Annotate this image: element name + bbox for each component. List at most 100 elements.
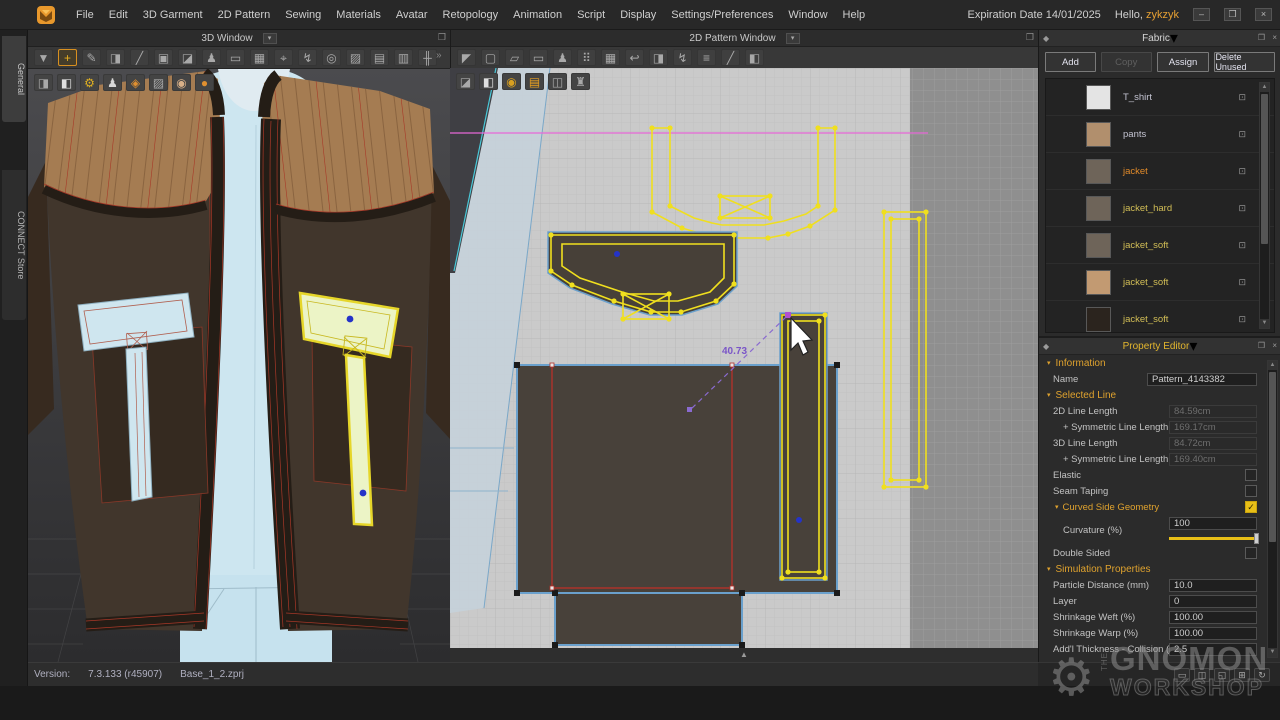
2d-window-dropdown-icon[interactable]: ▾ xyxy=(786,33,800,44)
fabric-row-selected[interactable]: jacket ⊡ xyxy=(1046,153,1274,190)
scroll-down-icon[interactable]: ▼ xyxy=(1268,648,1277,657)
3d-viewport[interactable] xyxy=(28,69,450,662)
name-input[interactable]: Pattern_4143382 xyxy=(1147,373,1257,386)
gizmo-select-icon[interactable]: ▼ xyxy=(34,49,53,66)
fabric-assign-button[interactable]: Assign xyxy=(1157,52,1210,72)
add-pin-icon[interactable]: + xyxy=(58,49,77,66)
menu-retopology[interactable]: Retopology xyxy=(443,9,499,21)
fabric-panel-header[interactable]: ◆ Fabric ▾ ❒ × xyxy=(1039,30,1280,47)
layout-double-icon[interactable]: ◫ xyxy=(1194,668,1210,682)
show-pattern-mesh-icon[interactable]: ⚙ xyxy=(80,74,99,91)
fabric-swatch[interactable] xyxy=(1086,233,1111,258)
show-avatar-head-icon[interactable]: ◉ xyxy=(172,74,191,91)
3d-window-dropdown-icon[interactable]: ▾ xyxy=(263,33,277,44)
pin-icon[interactable]: ◆ xyxy=(1043,34,1049,43)
fabric-link-icon[interactable]: ⊡ xyxy=(1238,277,1246,288)
trace-points-icon[interactable]: ⠿ xyxy=(577,49,596,66)
property-editor-dropdown-icon[interactable]: ▾ xyxy=(1189,336,1197,356)
pin-icon[interactable]: ◆ xyxy=(1043,342,1049,351)
shrinkage-warp-input[interactable]: 100.00 xyxy=(1169,627,1257,640)
avatar-silhouette-icon[interactable]: ♟ xyxy=(553,49,572,66)
fabric-row[interactable]: jacket_soft ⊡ xyxy=(1046,227,1274,264)
close-button[interactable]: × xyxy=(1255,8,1272,21)
flip-pattern-icon[interactable]: ◪ xyxy=(178,49,197,66)
menu-script[interactable]: Script xyxy=(577,9,605,21)
segment-sew-icon[interactable]: ╱ xyxy=(130,49,149,66)
show-garment-icon[interactable]: ◧ xyxy=(57,74,76,91)
grading-grid-icon[interactable]: ▦ xyxy=(601,49,620,66)
pin-tack-icon[interactable]: ⌖ xyxy=(274,49,293,66)
stitch-display-icon[interactable]: ╫ xyxy=(418,49,437,66)
minimize-button[interactable]: – xyxy=(1193,8,1210,21)
2d-pattern-canvas[interactable]: 40.73 ◪◧◉▤◫♜ xyxy=(450,68,1038,648)
menu-help[interactable]: Help xyxy=(843,9,866,21)
collapse-arrow-icon[interactable]: ▲ xyxy=(740,650,748,659)
fabric-swatch[interactable] xyxy=(1086,270,1111,295)
sew-garment-icon[interactable]: ◨ xyxy=(106,49,125,66)
menu-edit[interactable]: Edit xyxy=(109,9,128,21)
3d-window-header[interactable]: 3D Window ▾ ❒ xyxy=(28,30,450,47)
2d-window-header[interactable]: 2D Pattern Window ▾ ❒ xyxy=(451,30,1038,47)
menu-sewing[interactable]: Sewing xyxy=(285,9,321,21)
fabric-link-icon[interactable]: ⊡ xyxy=(1238,203,1246,214)
curvature-slider[interactable] xyxy=(1169,533,1257,543)
curvature-input[interactable]: 100 xyxy=(1169,517,1257,530)
menu-settings[interactable]: Settings/Preferences xyxy=(671,9,773,21)
double-sided-checkbox[interactable] xyxy=(1245,547,1257,559)
property-editor-close-icon[interactable]: × xyxy=(1272,341,1277,350)
arrange-box-icon[interactable]: ▭ xyxy=(226,49,245,66)
menu-file[interactable]: File xyxy=(76,9,94,21)
menu-avatar[interactable]: Avatar xyxy=(396,9,428,21)
elastic-checkbox[interactable] xyxy=(1245,469,1257,481)
fabric-row[interactable]: jacket_soft ⊡ xyxy=(1046,264,1274,301)
avatar-show-icon[interactable]: ♟ xyxy=(202,49,221,66)
fabric-row[interactable]: jacket_soft ⊡ xyxy=(1046,301,1274,333)
measure-tape-icon[interactable]: ▨ xyxy=(346,49,365,66)
2d-bottom-collapse-bar[interactable]: ▲ xyxy=(450,648,1038,662)
fabric-swatch[interactable] xyxy=(1086,196,1111,221)
arrange-grid-icon[interactable]: ▦ xyxy=(250,49,269,66)
rail-tab-connect-store[interactable]: CONNECT Store xyxy=(2,170,26,320)
show-avatar-icon[interactable]: ♟ xyxy=(103,74,122,91)
fold-pattern-icon[interactable]: ↩ xyxy=(625,49,644,66)
show-base-pattern-icon[interactable]: ▤ xyxy=(525,73,544,90)
fabric-link-icon[interactable]: ⊡ xyxy=(1238,240,1246,251)
pattern-point-dot[interactable] xyxy=(360,490,367,497)
section-selected-line[interactable]: ▾Selected Line xyxy=(1039,387,1269,403)
scroll-up-icon[interactable]: ▲ xyxy=(1268,361,1277,370)
fabric-add-button[interactable]: Add xyxy=(1045,52,1096,72)
username[interactable]: zykzyk xyxy=(1146,9,1179,21)
show-cloth-icon[interactable]: ▨ xyxy=(149,74,168,91)
fabric-row[interactable]: pants ⊡ xyxy=(1046,116,1274,153)
pattern-pair-icon[interactable]: ▣ xyxy=(154,49,173,66)
show-textured-garment-icon[interactable]: ◨ xyxy=(34,74,53,91)
fabric-close-icon[interactable]: × xyxy=(1272,33,1277,42)
edit-pattern-icon[interactable]: ▢ xyxy=(481,49,500,66)
fabric-link-icon[interactable]: ⊡ xyxy=(1238,314,1246,325)
fabric-link-icon[interactable]: ⊡ xyxy=(1238,166,1246,177)
lock-pattern-icon[interactable]: ◫ xyxy=(548,73,567,90)
scroll-up-icon[interactable]: ▲ xyxy=(1260,83,1269,92)
layer-input[interactable]: 0 xyxy=(1169,595,1257,608)
seam-allowance-icon[interactable]: ↯ xyxy=(673,49,692,66)
curved-side-checkbox[interactable]: ✓ xyxy=(1245,501,1257,513)
cut-sew-icon[interactable]: ╱ xyxy=(721,49,740,66)
property-editor-float-icon[interactable]: ❒ xyxy=(1258,341,1265,350)
layout-quad-icon[interactable]: ⊞ xyxy=(1234,668,1250,682)
transform-pattern-icon[interactable]: ◤ xyxy=(457,49,476,66)
pleats-icon[interactable]: ≡ xyxy=(697,49,716,66)
particle-distance-input[interactable]: 10.0 xyxy=(1169,579,1257,592)
shrinkage-weft-input[interactable]: 100.00 xyxy=(1169,611,1257,624)
pattern-point-dot[interactable] xyxy=(347,316,354,323)
addl-thickness-input[interactable]: 2.5 xyxy=(1169,643,1257,656)
fabric-swatch[interactable] xyxy=(1086,159,1111,184)
menu-animation[interactable]: Animation xyxy=(513,9,562,21)
fabric-swatch[interactable] xyxy=(1086,122,1111,147)
seam-taping-checkbox[interactable] xyxy=(1245,485,1257,497)
section-simulation-properties[interactable]: ▾Simulation Properties xyxy=(1039,561,1269,577)
texture-toggle-icon[interactable]: ◪ xyxy=(456,73,475,90)
show-gizmo-ball-icon[interactable]: ● xyxy=(195,74,214,91)
2d-window-float-icon[interactable]: ❒ xyxy=(1026,32,1034,43)
fold-arrangement-icon[interactable]: ↯ xyxy=(298,49,317,66)
fabric-delete-unused-button[interactable]: Delete Unused xyxy=(1214,52,1275,72)
